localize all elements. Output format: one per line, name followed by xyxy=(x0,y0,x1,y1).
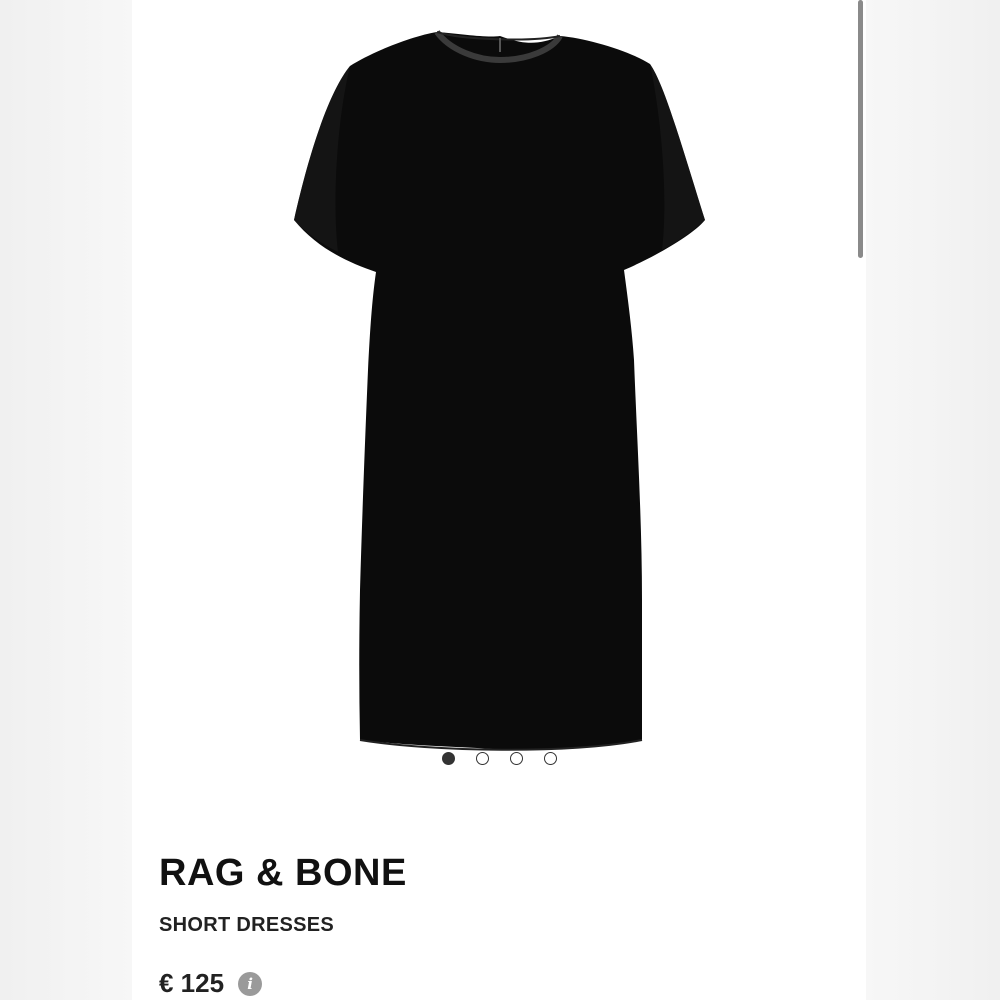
scrollbar[interactable] xyxy=(858,0,863,258)
page-frame: RAG & BONE SHORT DRESSES € 125 i xyxy=(0,0,1000,1000)
price-row: € 125 i xyxy=(159,968,263,999)
gallery-dot-3[interactable] xyxy=(509,752,523,765)
product-category: SHORT DRESSES xyxy=(159,914,335,936)
gallery-dot-2[interactable] xyxy=(475,752,489,765)
product-image-gallery[interactable] xyxy=(132,0,866,790)
gallery-pagination xyxy=(132,752,866,765)
product-price: € 125 xyxy=(159,968,225,998)
product-card: RAG & BONE SHORT DRESSES € 125 i xyxy=(132,0,866,1000)
product-brand: RAG & BONE xyxy=(159,852,407,894)
gallery-dot-4[interactable] xyxy=(543,752,557,765)
product-image xyxy=(294,30,705,751)
gallery-dot-1[interactable] xyxy=(441,752,455,765)
info-icon[interactable]: i xyxy=(238,971,263,996)
